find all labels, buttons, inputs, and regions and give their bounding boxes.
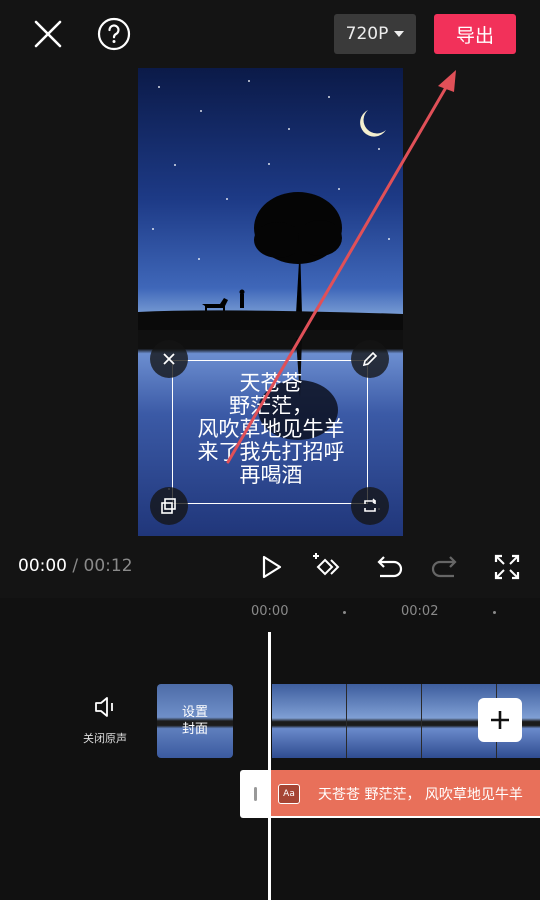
redo-icon[interactable] (430, 550, 464, 584)
rotate-scale-handle[interactable] (351, 487, 389, 525)
keyframe-icon[interactable] (310, 550, 344, 584)
delete-text-handle[interactable] (150, 340, 188, 378)
current-time: 00:00 (18, 556, 67, 576)
trim-grip (253, 787, 257, 801)
rotate-icon (364, 498, 376, 512)
video-clip-thumbnail (347, 684, 422, 758)
undo-icon[interactable] (370, 550, 404, 584)
help-icon[interactable] (96, 16, 132, 52)
set-cover-button[interactable]: 设置 封面 (157, 684, 233, 758)
subtitle-line: 野茫茫， (229, 394, 313, 418)
timeline-tick-dot (493, 611, 496, 614)
text-clip-content: 天苍苍 野茫茫， 风吹草地见牛羊 (318, 787, 523, 803)
fullscreen-icon[interactable] (490, 550, 524, 584)
subtitle-line: 再喝酒 (239, 463, 303, 487)
time-display: 00:00 / 00:12 (18, 556, 133, 576)
add-clip-button[interactable] (478, 698, 522, 742)
text-clip-icon: Aa (278, 784, 300, 804)
subtitle-text[interactable]: 天苍苍 野茫茫， 风吹草地见牛羊 来了我先打招呼 再喝酒 (176, 372, 366, 487)
pencil-icon (362, 351, 378, 367)
subtitle-line: 来了我先打招呼 (197, 440, 345, 464)
timeline-tick: 00:02 (401, 604, 439, 619)
copy-icon (161, 498, 176, 514)
close-icon[interactable] (28, 14, 68, 54)
close-icon (163, 353, 175, 365)
plus-icon (491, 711, 509, 729)
play-icon[interactable] (254, 550, 288, 584)
edit-text-handle[interactable] (351, 340, 389, 378)
timeline-tick-dot (343, 611, 346, 614)
text-clip[interactable]: Aa 天苍苍 野茫茫， 风吹草地见牛羊 (270, 770, 540, 818)
cover-label-line: 封面 (181, 722, 208, 737)
export-button[interactable]: 导出 (434, 14, 516, 54)
text-clip-track[interactable]: Aa 天苍苍 野茫茫， 风吹草地见牛羊 (240, 770, 540, 818)
resolution-value: 720P (345, 24, 389, 44)
resolution-dropdown[interactable]: 720P (334, 14, 416, 54)
timeline-tick: 00:00 (251, 604, 289, 619)
cover-label-line: 设置 (181, 705, 208, 720)
mute-label: 关闭原声 (83, 732, 127, 745)
mute-original-audio-button[interactable]: 关闭原声 (72, 694, 138, 746)
caret-down-icon (394, 31, 405, 37)
total-time: 00:12 (83, 556, 133, 576)
video-clip-thumbnail (272, 684, 347, 758)
subtitle-line: 天苍苍 (239, 371, 303, 395)
text-clip-underline (270, 816, 540, 818)
trim-handle[interactable] (240, 770, 270, 818)
speaker-icon (95, 697, 113, 717)
subtitle-line: 风吹草地见牛羊 (197, 417, 345, 441)
copy-text-handle[interactable] (150, 487, 188, 525)
cover-label: 设置 封面 (157, 704, 233, 738)
playhead[interactable] (268, 632, 271, 900)
time-separator: / (72, 556, 79, 576)
